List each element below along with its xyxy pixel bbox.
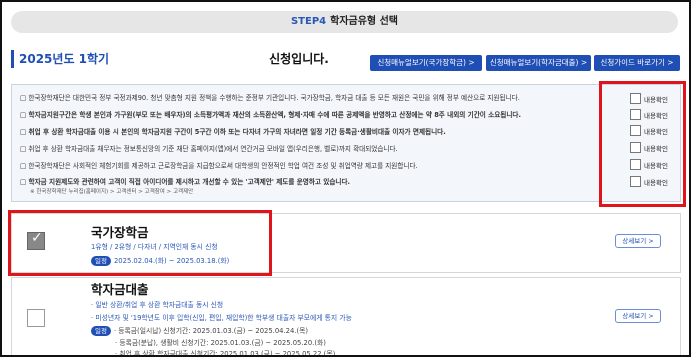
notice-line: □ 학자금지원구간은 학생 본인과 가구원(부모 또는 배우자)의 소득평가액과… (20, 111, 521, 119)
loan-period: · 등록금(분납), 생활비 신청기간: 2025.01.03.(금) ~ 20… (115, 339, 326, 347)
loan-title: 학자금대출 (91, 282, 149, 297)
manual-scholarship-button[interactable]: 신청매뉴얼보기(국가장학금) > (370, 55, 482, 71)
heading-suffix: 신청입니다. (269, 52, 329, 66)
highlight-box (8, 210, 272, 276)
step-bar: STEP4 학자금유형 선택 (11, 11, 678, 33)
notice-footnote: ※ 한국장학재단 누리집(홈페이지) > 고객센터 > 고객참여 > 고객제안 (30, 189, 194, 195)
heading-year: 2025년도 1학기 (19, 52, 110, 66)
guide-shortcut-button[interactable]: 신청가이드 바로가기 > (594, 55, 680, 71)
loan-period: · 등록금(일시납) 신청기간: 2025.01.03.(금) ~ 2025.0… (113, 327, 309, 335)
loan-line: · 일반 상환/취업 후 상환 학자금대출 동시 신청 (91, 301, 224, 309)
manual-loan-button[interactable]: 신청매뉴얼보기(학자금대출) > (486, 55, 591, 71)
page-title: 2025년도 1학기 신청입니다. (19, 50, 329, 68)
highlight-box (599, 81, 686, 207)
scholarship-detail-button[interactable]: 상세보기 > (615, 234, 661, 248)
loan-detail-button[interactable]: 상세보기 > (615, 309, 661, 323)
schedule-badge: 일정 (91, 326, 111, 336)
heading-marker (11, 50, 14, 68)
notice-line: □ 한국장학재단은 사회적인 체험기회를 제공하고 근로장학금을 지급함으로써 … (20, 162, 418, 170)
notice-line: □ 한국장학재단은 대한민국 정부 국정과제90. 청년 맞춤형 지원 정책을 … (20, 94, 520, 102)
notice-line: □ 취업 후 상환 학자금대출 채무자는 정보통신망의 기준 재단 홈페이지(앱… (20, 145, 398, 153)
step-title: 학자금유형 선택 (330, 16, 399, 27)
loan-period: · 취업 후 상환 학자금대출 신청기간: 2025.01.03.(금) ~ 2… (115, 350, 336, 357)
notice-line: □ 학자금 지원제도와 관련하여 고객이 직접 아이디어를 제시하고 개선할 수… (20, 178, 351, 186)
loan-checkbox[interactable] (27, 309, 45, 327)
redacted-area (109, 50, 270, 68)
application-window: STEP4 학자금유형 선택 2025년도 1학기 신청입니다. 신청매뉴얼보기(국… (0, 0, 691, 357)
notice-line: □ 취업 후 상환 학자금대출 이용 시 본인의 학자금지원 구간이 5구간 이… (20, 128, 446, 136)
step-number: STEP4 (290, 16, 327, 27)
loan-line: · 미성년자 및 '19학년도 이후 입학(신입, 편입, 재입학)한 학부생 … (91, 314, 352, 322)
notice-box: □ 한국장학재단은 대한민국 정부 국정과제90. 청년 맞춤형 지원 정책을 … (11, 84, 681, 202)
